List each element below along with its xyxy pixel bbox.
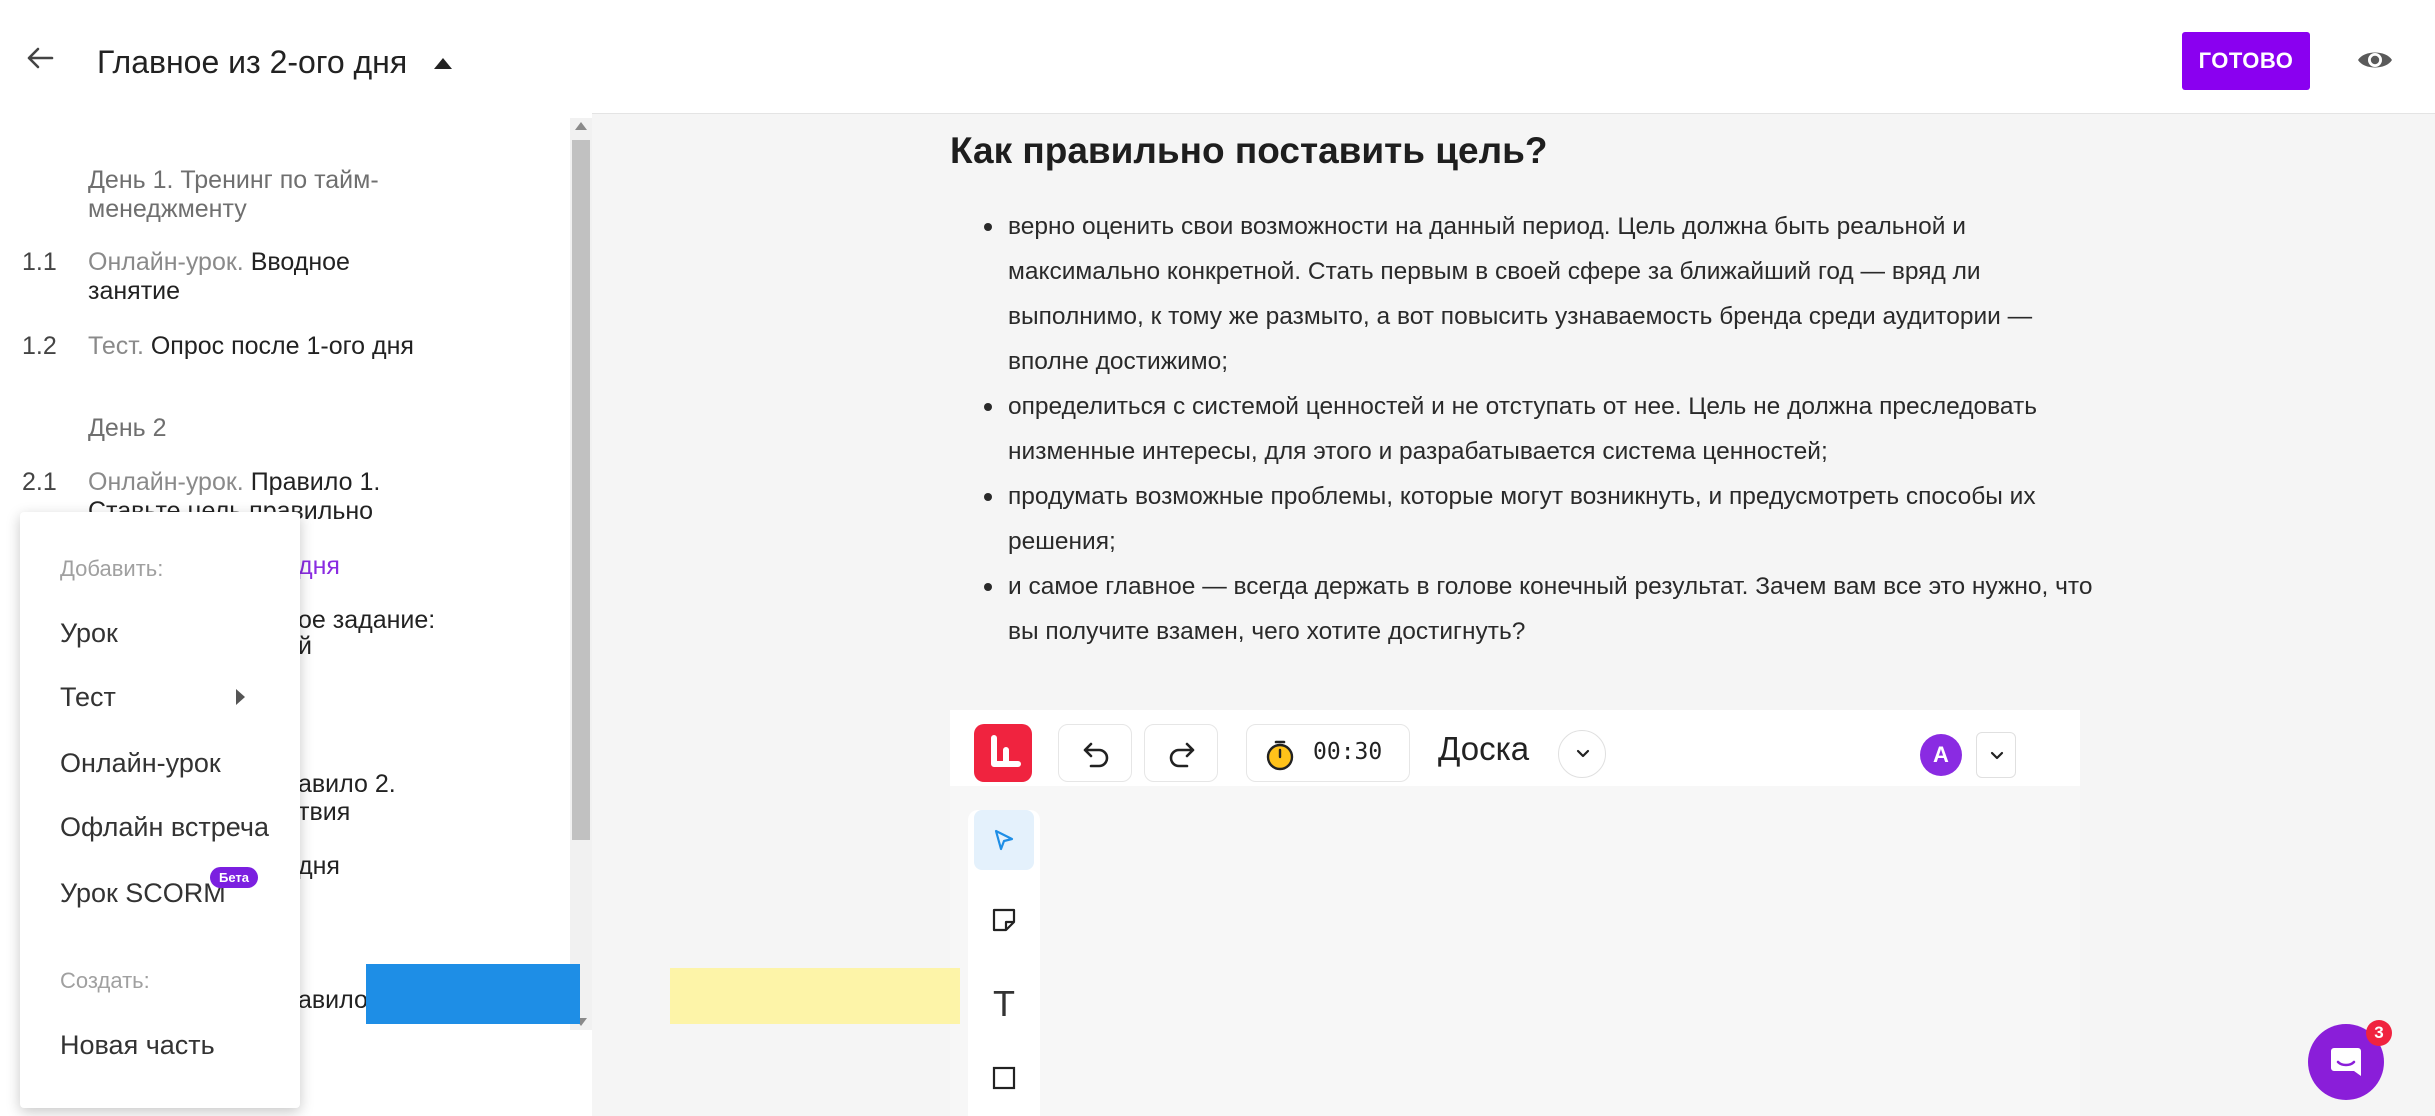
rectangle-icon (992, 1066, 1016, 1090)
lesson-number: 2.1 (22, 468, 57, 496)
beta-badge: Бета (210, 867, 258, 888)
lesson-number: 1.2 (22, 332, 57, 360)
redo-icon (1169, 742, 1195, 768)
chat-icon (2331, 1048, 2361, 1076)
menu-item-online-lesson[interactable]: Онлайн-урок (60, 748, 221, 779)
board-title: Доска (1438, 730, 1530, 767)
undo-icon (1083, 742, 1109, 768)
lesson-fragment: дня (298, 552, 340, 580)
bullet-list: верно оценить свои возможности на данный… (984, 204, 2104, 654)
board-sticky-blue[interactable] (366, 964, 580, 1024)
timer-icon (1266, 740, 1294, 771)
board-logo-icon[interactable] (974, 724, 1032, 782)
lesson-title: Опрос после 1-ого дня (150, 332, 414, 360)
board-sticky-yellow[interactable] (670, 968, 960, 1024)
bullet-item: продумать возможные проблемы, которые мо… (984, 474, 2104, 564)
menu-item-new-part[interactable]: Новая часть (60, 1030, 215, 1061)
chevron-down-icon (1576, 749, 1590, 758)
lesson-kind: Онлайн-урок. (88, 468, 244, 496)
timer-value: 00:30 (1313, 739, 1383, 765)
top-bar (592, 0, 2435, 114)
avatar[interactable]: A (1920, 734, 1962, 776)
timer[interactable]: 00:30 (1246, 724, 1410, 782)
lesson-kind: Онлайн-урок. (88, 248, 244, 276)
lesson-text: Тест. Опрос после 1-ого дня (88, 332, 508, 361)
menu-create-label: Создать: (60, 968, 150, 993)
back-arrow-icon[interactable] (20, 38, 60, 78)
scroll-up-icon[interactable] (575, 122, 587, 130)
lesson-text: Онлайн-урок. Вводное занятие (88, 248, 448, 306)
done-button[interactable]: ГОТОВО (2182, 32, 2310, 90)
scrollbar-thumb[interactable] (572, 140, 590, 840)
day-header: День 1. Тренинг по тайм-менеджменту (88, 166, 379, 223)
sticky-note-icon (992, 908, 1016, 932)
board-tools: T (968, 810, 1040, 1116)
lesson-kind: Тест. (88, 332, 144, 360)
chevron-down-icon (1990, 751, 2004, 760)
lesson-fragment: дня (298, 852, 340, 880)
sidebar-scrollbar[interactable] (570, 118, 592, 1030)
caret-up-icon[interactable] (434, 58, 452, 69)
undo-button[interactable] (1058, 724, 1132, 782)
lesson-fragment: й (298, 632, 312, 660)
lesson-content: Как правильно поставить цель? верно оцен… (592, 114, 2435, 1116)
day-header: День 2 (88, 414, 167, 442)
menu-item-lesson[interactable]: Урок (60, 618, 118, 649)
sidebar-header: Главное из 2-ого дня (0, 0, 592, 118)
submenu-arrow-icon (236, 689, 245, 705)
whiteboard[interactable]: 00:30 Доска A T (950, 710, 2080, 1116)
lesson-fragment: авило 2. (298, 770, 396, 798)
board-menu-button[interactable] (1558, 730, 1606, 778)
bullet-item: определиться с системой ценностей и не о… (984, 384, 2104, 474)
board-toolbar: 00:30 Доска A (950, 710, 2080, 786)
content-heading: Как правильно поставить цель? (950, 130, 1548, 171)
lesson-fragment: ое задание: (298, 606, 436, 634)
cursor-icon (994, 829, 1014, 851)
avatar-menu-button[interactable] (1976, 732, 2016, 778)
menu-add-label: Добавить: (60, 556, 164, 581)
redo-button[interactable] (1144, 724, 1218, 782)
select-tool[interactable] (974, 810, 1034, 870)
chat-badge: 3 (2366, 1020, 2392, 1046)
text-tool[interactable]: T (974, 974, 1034, 1034)
add-menu: Добавить: Урок Тест Онлайн-урок Офлайн в… (20, 512, 300, 1108)
menu-item-offline-meeting[interactable]: Офлайн встреча (60, 812, 269, 843)
menu-item-test[interactable]: Тест (60, 682, 116, 713)
lesson-number: 1.1 (22, 248, 57, 276)
eye-icon[interactable] (2356, 46, 2394, 74)
sticky-note-tool[interactable] (974, 890, 1034, 950)
menu-item-scorm-lesson[interactable]: Урок SCORM (60, 878, 226, 909)
bullet-item: верно оценить свои возможности на данный… (984, 204, 2104, 384)
lesson-fragment: твия (298, 798, 351, 826)
rectangle-tool[interactable] (974, 1048, 1034, 1108)
bullet-item: и самое главное — всегда держать в голов… (984, 564, 2104, 654)
course-title[interactable]: Главное из 2-ого дня (97, 44, 407, 81)
